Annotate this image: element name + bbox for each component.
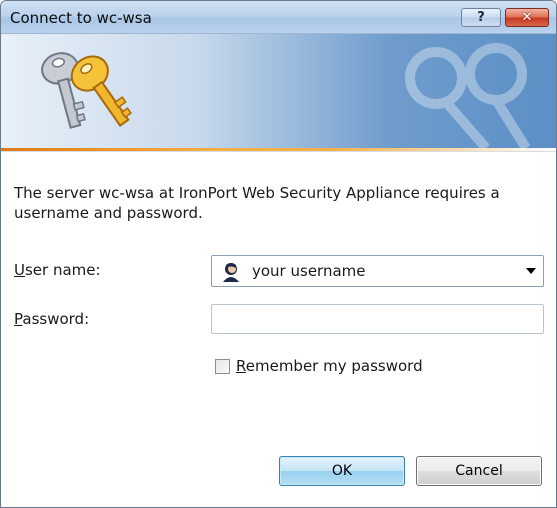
banner-divider bbox=[1, 151, 556, 152]
close-icon: ✕ bbox=[521, 10, 533, 25]
keys-banner bbox=[1, 34, 556, 148]
username-combobox[interactable]: your username bbox=[211, 255, 544, 287]
username-label: User name: bbox=[14, 261, 101, 279]
background-keys-icon bbox=[405, 43, 531, 148]
chevron-down-icon[interactable] bbox=[526, 268, 536, 274]
window-title: Connect to wc-wsa bbox=[10, 9, 152, 27]
help-icon: ? bbox=[477, 10, 485, 25]
password-field[interactable] bbox=[211, 304, 544, 334]
remember-password-label[interactable]: Remember my password bbox=[236, 357, 423, 375]
ok-button[interactable]: OK bbox=[279, 456, 405, 486]
credentials-dialog: Connect to wc-wsa ? ✕ The server wc-wsa … bbox=[0, 0, 557, 508]
server-message: The server wc-wsa at IronPort Web Securi… bbox=[14, 184, 500, 222]
keys-icon bbox=[41, 52, 132, 129]
username-value: your username bbox=[252, 262, 366, 280]
user-icon bbox=[223, 263, 239, 282]
password-label: Password: bbox=[14, 310, 90, 328]
title-bar[interactable]: Connect to wc-wsa ? ✕ bbox=[1, 1, 556, 34]
close-button[interactable]: ✕ bbox=[505, 8, 549, 27]
help-button[interactable]: ? bbox=[461, 8, 501, 27]
remember-password-checkbox[interactable] bbox=[215, 359, 230, 374]
cancel-button[interactable]: Cancel bbox=[416, 456, 542, 486]
